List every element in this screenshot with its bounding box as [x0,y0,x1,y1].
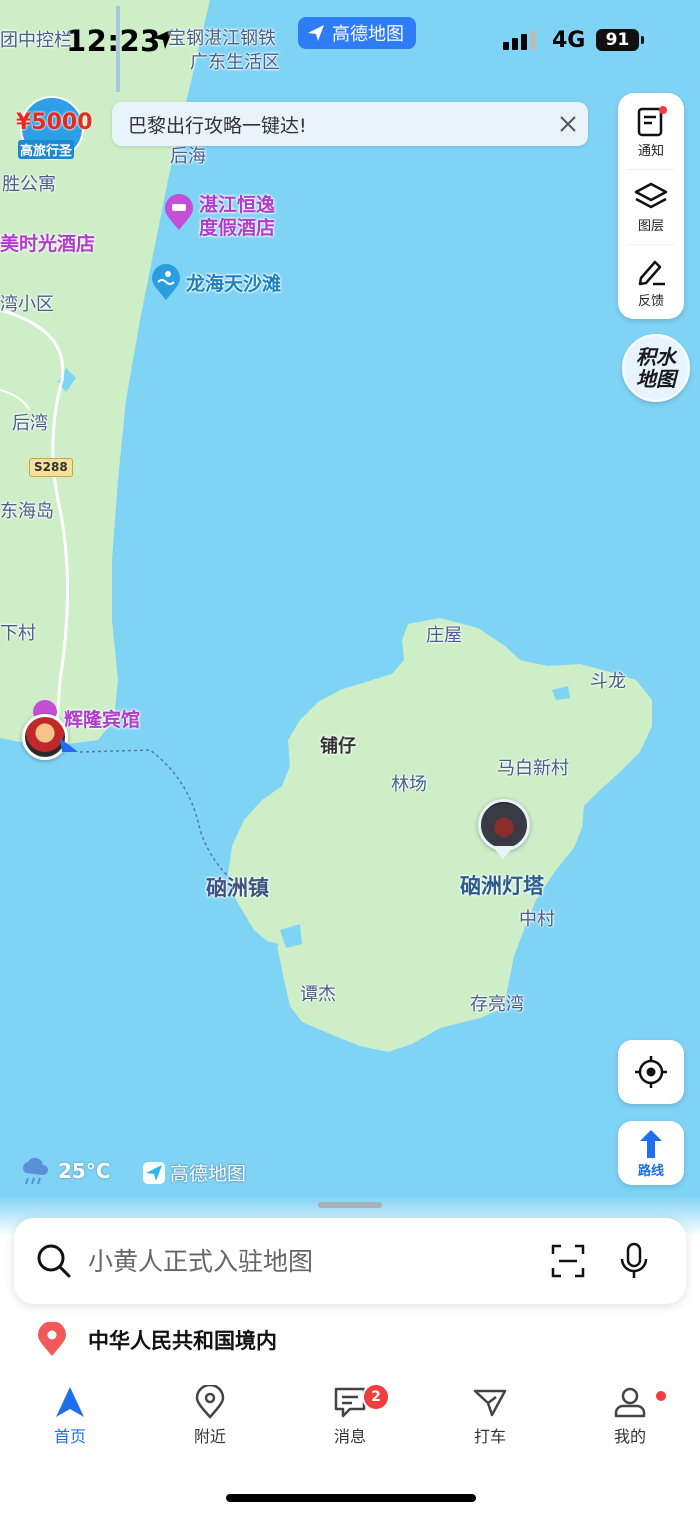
scan-icon[interactable] [550,1243,586,1279]
marker-pointer-icon [492,846,514,859]
status-time: 12:23 [66,24,161,58]
location-pin-icon [38,1322,66,1356]
map-view[interactable]: 12:23 高德地图 4G 91 团中控栏 宝钢湛江钢铁 广东生活区 后海 胜公… [0,0,700,1300]
network-type: 4G [552,28,586,53]
profile-notification-dot [656,1391,666,1401]
map-label-town: 硇洲镇 [206,876,269,900]
message-count-badge: 2 [362,1383,390,1411]
poi-label-hengyi-2[interactable]: 度假酒店 [199,213,275,240]
tab-taxi[interactable]: 打车 [440,1385,540,1461]
route-label: 路线 [637,1163,664,1179]
notification-icon [637,105,667,136]
weather-widget[interactable]: 25°C [18,1155,111,1187]
tool-label: 图层 [637,218,664,234]
map-label: 林场 [391,774,427,795]
promo-banner[interactable]: 巴黎出行攻略一键达! [112,102,588,146]
tool-layers[interactable]: 图层 [618,170,684,244]
map-brand-text: 高德地图 [170,1163,247,1185]
waterlogging-map-button[interactable]: 积水地图 [622,334,690,402]
tab-home[interactable]: 首页 [20,1385,120,1461]
tab-label: 消息 [333,1427,366,1446]
map-label: 存亮湾 [470,994,524,1015]
sheet-grabber[interactable] [318,1202,382,1208]
promo-amount: ¥5000 [16,110,93,135]
tool-label: 通知 [637,143,664,159]
poi-label-hotel[interactable]: 美时光酒店 [0,229,95,256]
ferry-route [79,749,233,881]
tab-bar: 首页 附近 消息 打车 我的 [0,1385,700,1465]
search-bar[interactable] [14,1218,686,1304]
poi-label-beach[interactable]: 龙海天沙滩 [186,269,281,296]
map-label: 庄屋 [426,625,462,646]
weather-temperature: 25°C [58,1159,111,1183]
map-label: 马白新村 [497,758,569,779]
map-label: 胜公寓 [2,174,56,195]
map-label: 铺仔 [320,736,356,757]
promo-subtitle: 高旅行圣 [18,140,75,159]
map-label: 斗龙 [590,671,626,692]
tab-label: 附近 [193,1427,226,1446]
hotel-pin-icon[interactable] [163,194,195,232]
tab-label: 打车 [473,1427,506,1446]
map-tools-panel: 通知 图层 反馈 [618,93,684,319]
map-label-lighthouse[interactable]: 硇洲灯塔 [460,870,544,900]
route-button[interactable]: 路线 [618,1121,684,1185]
tab-nearby[interactable]: 附近 [160,1385,260,1461]
tool-notification[interactable]: 通知 [618,95,684,169]
land-naozhou-island [228,618,652,1052]
taxi-icon [473,1389,507,1417]
beach-pin-icon[interactable] [150,264,182,302]
locate-button[interactable] [618,1040,684,1104]
battery-icon [641,36,644,44]
gaode-logo-icon [308,25,324,41]
map-label: 广东生活区 [190,52,280,73]
map-label: 东海岛 [0,501,54,522]
tool-feedback[interactable]: 反馈 [618,245,684,319]
poi-label-huilong[interactable]: 辉隆宾馆 [64,705,140,732]
route-arrow-icon [640,1129,662,1158]
map-label: 后湾 [12,413,48,434]
map-canvas [0,0,652,1052]
map-label: 宝钢湛江钢铁 [168,28,276,49]
current-location-row[interactable]: 中华人民共和国境内 [36,1322,277,1358]
map-label: 谭杰 [300,984,336,1005]
banner-text: 巴黎出行攻略一键达! [128,114,307,137]
tool-label: 反馈 [637,293,664,309]
close-icon[interactable] [548,102,588,146]
status-brand-pill[interactable]: 高德地图 [298,17,416,49]
feedback-icon [638,260,665,285]
tab-label: 首页 [53,1427,86,1446]
map-label: 中村 [519,909,555,930]
gaode-logo-icon [143,1161,165,1184]
cloud-rain-icon [23,1157,48,1185]
battery-level: 91 [596,29,639,51]
profile-icon [614,1387,646,1418]
signal-icon [503,30,536,50]
road-number-badge: S288 [29,458,73,477]
promo-badge[interactable]: ¥5000 高旅行圣 [16,96,93,164]
home-indicator[interactable] [226,1494,476,1502]
map-label: 团中控栏 [0,30,72,51]
layers-icon [634,182,668,208]
map-brand-logo: 高德地图 [142,1159,246,1186]
home-navigation-icon [56,1387,84,1417]
status-brand-text: 高德地图 [332,24,404,45]
current-location-text: 中华人民共和国境内 [88,1329,277,1353]
map-label: 下村 [0,623,36,644]
lighthouse-photo-marker[interactable] [478,799,530,851]
nearby-pin-icon [195,1385,225,1419]
microphone-icon[interactable] [618,1242,650,1280]
map-label: 湾小区 [0,294,54,315]
search-input[interactable] [86,1240,510,1282]
waterlogging-label: 积水地图 [636,345,676,391]
locate-crosshair-icon [635,1056,667,1088]
tab-label: 我的 [613,1427,646,1446]
direction-arrow-icon [60,738,78,752]
search-icon [37,1244,71,1278]
